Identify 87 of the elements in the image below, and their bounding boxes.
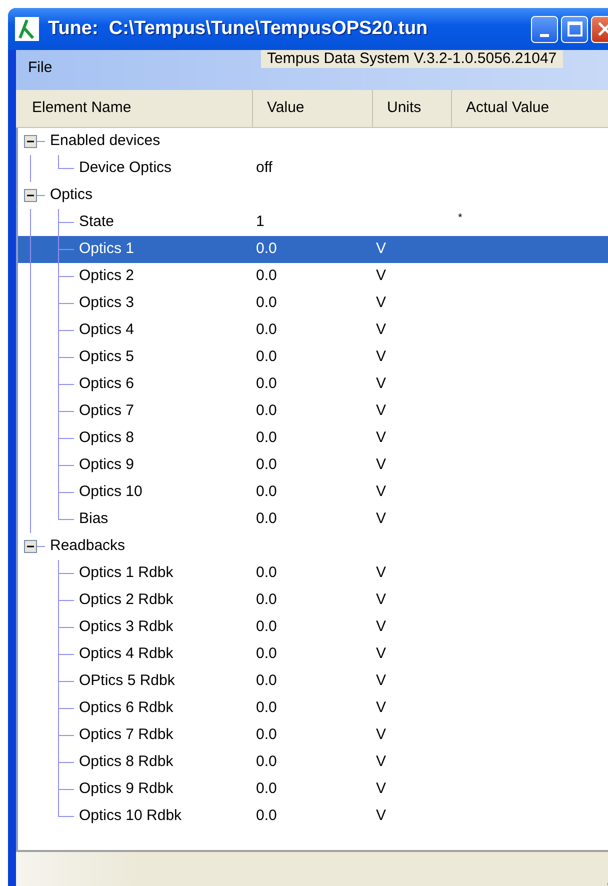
units-cell: V <box>376 807 386 824</box>
menu-item[interactable]: File <box>16 58 64 78</box>
units-cell: V <box>376 321 386 338</box>
minimize-icon <box>540 34 549 36</box>
value-cell: 0.0 <box>256 618 277 636</box>
units-cell: V <box>376 267 386 284</box>
node-label: Optics 4 Rdbk <box>78 644 174 664</box>
node-label: Enabled devices <box>49 131 160 152</box>
units-cell: V <box>376 294 386 312</box>
units-cell: V <box>376 618 386 636</box>
node-label: Optics 9 <box>78 455 134 476</box>
window-title: Tune: C:\Tempus\Tune\TempusOPS20.tun <box>48 16 428 41</box>
node-label: Optics 8 Rdbk <box>78 752 174 772</box>
value-cell: 0.0 <box>256 672 277 690</box>
units-cell: V <box>376 780 386 798</box>
value-cell: 0.0 <box>256 699 277 716</box>
units-cell: V <box>376 483 386 500</box>
node-label: Optics 7 <box>78 401 134 422</box>
collapse-icon[interactable] <box>24 540 37 553</box>
node-label: Optics 3 <box>78 293 134 314</box>
minimize-button[interactable] <box>531 16 558 42</box>
value-cell: 0.0 <box>256 591 277 608</box>
value-cell: 0.0 <box>256 267 277 284</box>
units-cell: V <box>376 456 386 474</box>
node-label: Optics 9 Rdbk <box>78 779 174 800</box>
node-label: State <box>78 212 114 232</box>
node-label: Optics 6 Rdbk <box>78 698 174 718</box>
value-cell: 0.0 <box>256 348 277 366</box>
node-label: OPtics 5 Rdbk <box>78 671 175 692</box>
value-cell: 1 <box>256 213 264 230</box>
column-header[interactable]: Value <box>253 90 373 127</box>
value-cell: 0.0 <box>256 780 277 798</box>
node-label: Optics 10 <box>78 482 142 502</box>
value-cell: 0.0 <box>256 510 277 528</box>
value-cell: 0.0 <box>256 564 277 582</box>
node-label: Optics 6 <box>78 374 134 394</box>
units-cell: V <box>376 672 386 690</box>
value-cell: 0.0 <box>256 402 277 420</box>
collapse-icon[interactable] <box>24 189 37 202</box>
version-label: Tempus Data System V.3.2-1.0.5056.21047 <box>261 50 563 68</box>
units-cell: V <box>376 699 386 716</box>
column-header[interactable]: Units <box>373 90 452 127</box>
node-label: Optics 3 Rdbk <box>78 617 174 638</box>
units-cell: V <box>376 429 386 446</box>
close-icon <box>596 21 608 37</box>
column-header[interactable]: Actual Value <box>452 90 608 127</box>
node-label: Bias <box>78 509 108 530</box>
units-cell: V <box>376 753 386 770</box>
units-cell: V <box>376 402 386 420</box>
value-cell: 0.0 <box>256 429 277 446</box>
node-label: Optics 7 Rdbk <box>78 725 174 746</box>
app-icon <box>14 16 40 42</box>
node-label: Device Optics <box>78 158 172 178</box>
collapse-icon[interactable] <box>24 135 37 148</box>
node-label: Optics 2 Rdbk <box>78 590 174 610</box>
value-cell: 0.0 <box>256 807 277 824</box>
actual-value-cell: * <box>458 212 462 224</box>
units-cell: V <box>376 591 386 608</box>
node-label: Optics 5 <box>78 347 134 368</box>
node-label: Optics 8 <box>78 428 134 448</box>
value-cell: 0.0 <box>256 375 277 392</box>
units-cell: V <box>376 375 386 392</box>
value-cell: 0.0 <box>256 240 277 258</box>
units-cell: V <box>376 510 386 528</box>
value-cell: 0.0 <box>256 456 277 474</box>
value-cell: 0.0 <box>256 321 277 338</box>
value-cell: 0.0 <box>256 294 277 312</box>
units-cell: V <box>376 645 386 662</box>
node-label: Optics 1 Rdbk <box>78 563 174 584</box>
units-cell: V <box>376 564 386 582</box>
value-cell: off <box>256 159 272 176</box>
node-label: Optics 4 <box>78 320 134 340</box>
node-label: Optics 2 <box>78 266 134 286</box>
node-label: Optics 1 <box>78 239 134 260</box>
node-label: Readbacks <box>49 536 126 556</box>
value-cell: 0.0 <box>256 483 277 500</box>
value-cell: 0.0 <box>256 726 277 744</box>
column-header[interactable]: Element Name <box>18 90 253 127</box>
value-cell: 0.0 <box>256 753 277 770</box>
node-label: Optics <box>49 185 93 206</box>
maximize-icon <box>566 21 582 37</box>
maximize-button[interactable] <box>561 16 588 42</box>
node-label: Optics 10 Rdbk <box>78 806 182 826</box>
units-cell: V <box>376 348 386 366</box>
units-cell: V <box>376 240 386 258</box>
value-cell: 0.0 <box>256 645 277 662</box>
units-cell: V <box>376 726 386 744</box>
